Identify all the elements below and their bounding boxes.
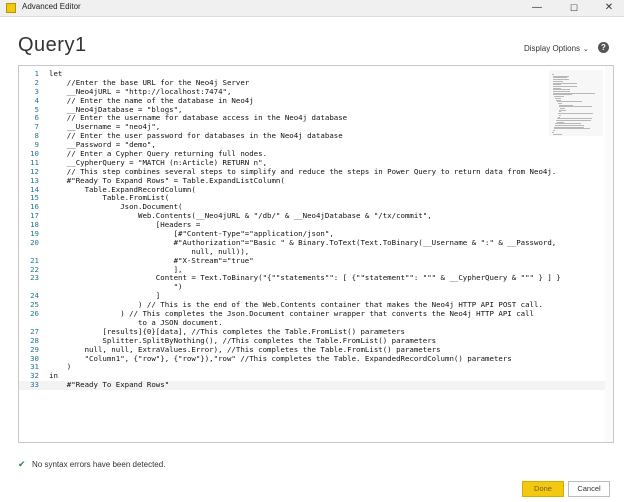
help-icon[interactable]: ? — [598, 42, 609, 53]
code-line[interactable]: 33 #"Ready To Expand Rows" — [19, 380, 613, 391]
power-bi-app-icon — [6, 3, 16, 13]
line-number: 23 — [30, 273, 39, 283]
title-bar: Advanced Editor — ☐ ✕ — [0, 0, 624, 17]
window-title: Advanced Editor — [22, 2, 81, 11]
minimap-line — [553, 133, 562, 135]
line-number: 26 — [30, 309, 39, 319]
maximize-button[interactable]: ☐ — [557, 0, 591, 16]
display-options-dropdown[interactable]: Display Options ⌄ — [524, 44, 589, 53]
code-minimap[interactable] — [549, 70, 603, 136]
line-number: 33 — [30, 380, 39, 390]
code-line[interactable]: 31 ) — [19, 362, 613, 372]
vertical-scrollbar[interactable] — [605, 66, 613, 442]
code-editor[interactable]: 1 let 2 //Enter the base URL for the Neo4j… — [18, 65, 614, 443]
minimap-line — [554, 128, 591, 130]
check-icon: ✔ — [18, 459, 26, 469]
syntax-status-message: No syntax errors have been detected. — [32, 460, 166, 469]
code-text[interactable]: "Column1", {"row"}, {"row"}),"row" //Thi… — [49, 354, 512, 364]
done-button[interactable]: Done — [522, 481, 564, 497]
minimap-line — [558, 113, 593, 115]
code-line[interactable]: 30 "Column1", {"row"}, {"row"}),"row" //… — [19, 354, 613, 364]
close-button[interactable]: ✕ — [592, 0, 624, 16]
cancel-button[interactable]: Cancel — [568, 481, 610, 497]
line-number: 20 — [30, 237, 39, 247]
code-area[interactable]: 1 let 2 //Enter the base URL for the Neo4j… — [19, 69, 613, 391]
display-options-label: Display Options — [524, 44, 581, 53]
query-name-title: Query1 — [18, 34, 87, 56]
chevron-down-icon: ⌄ — [583, 46, 589, 53]
syntax-status: ✔ No syntax errors have been detected. — [18, 459, 165, 470]
code-text[interactable]: #"Ready To Expand Rows" — [49, 380, 169, 390]
minimize-button[interactable]: — — [520, 0, 554, 16]
